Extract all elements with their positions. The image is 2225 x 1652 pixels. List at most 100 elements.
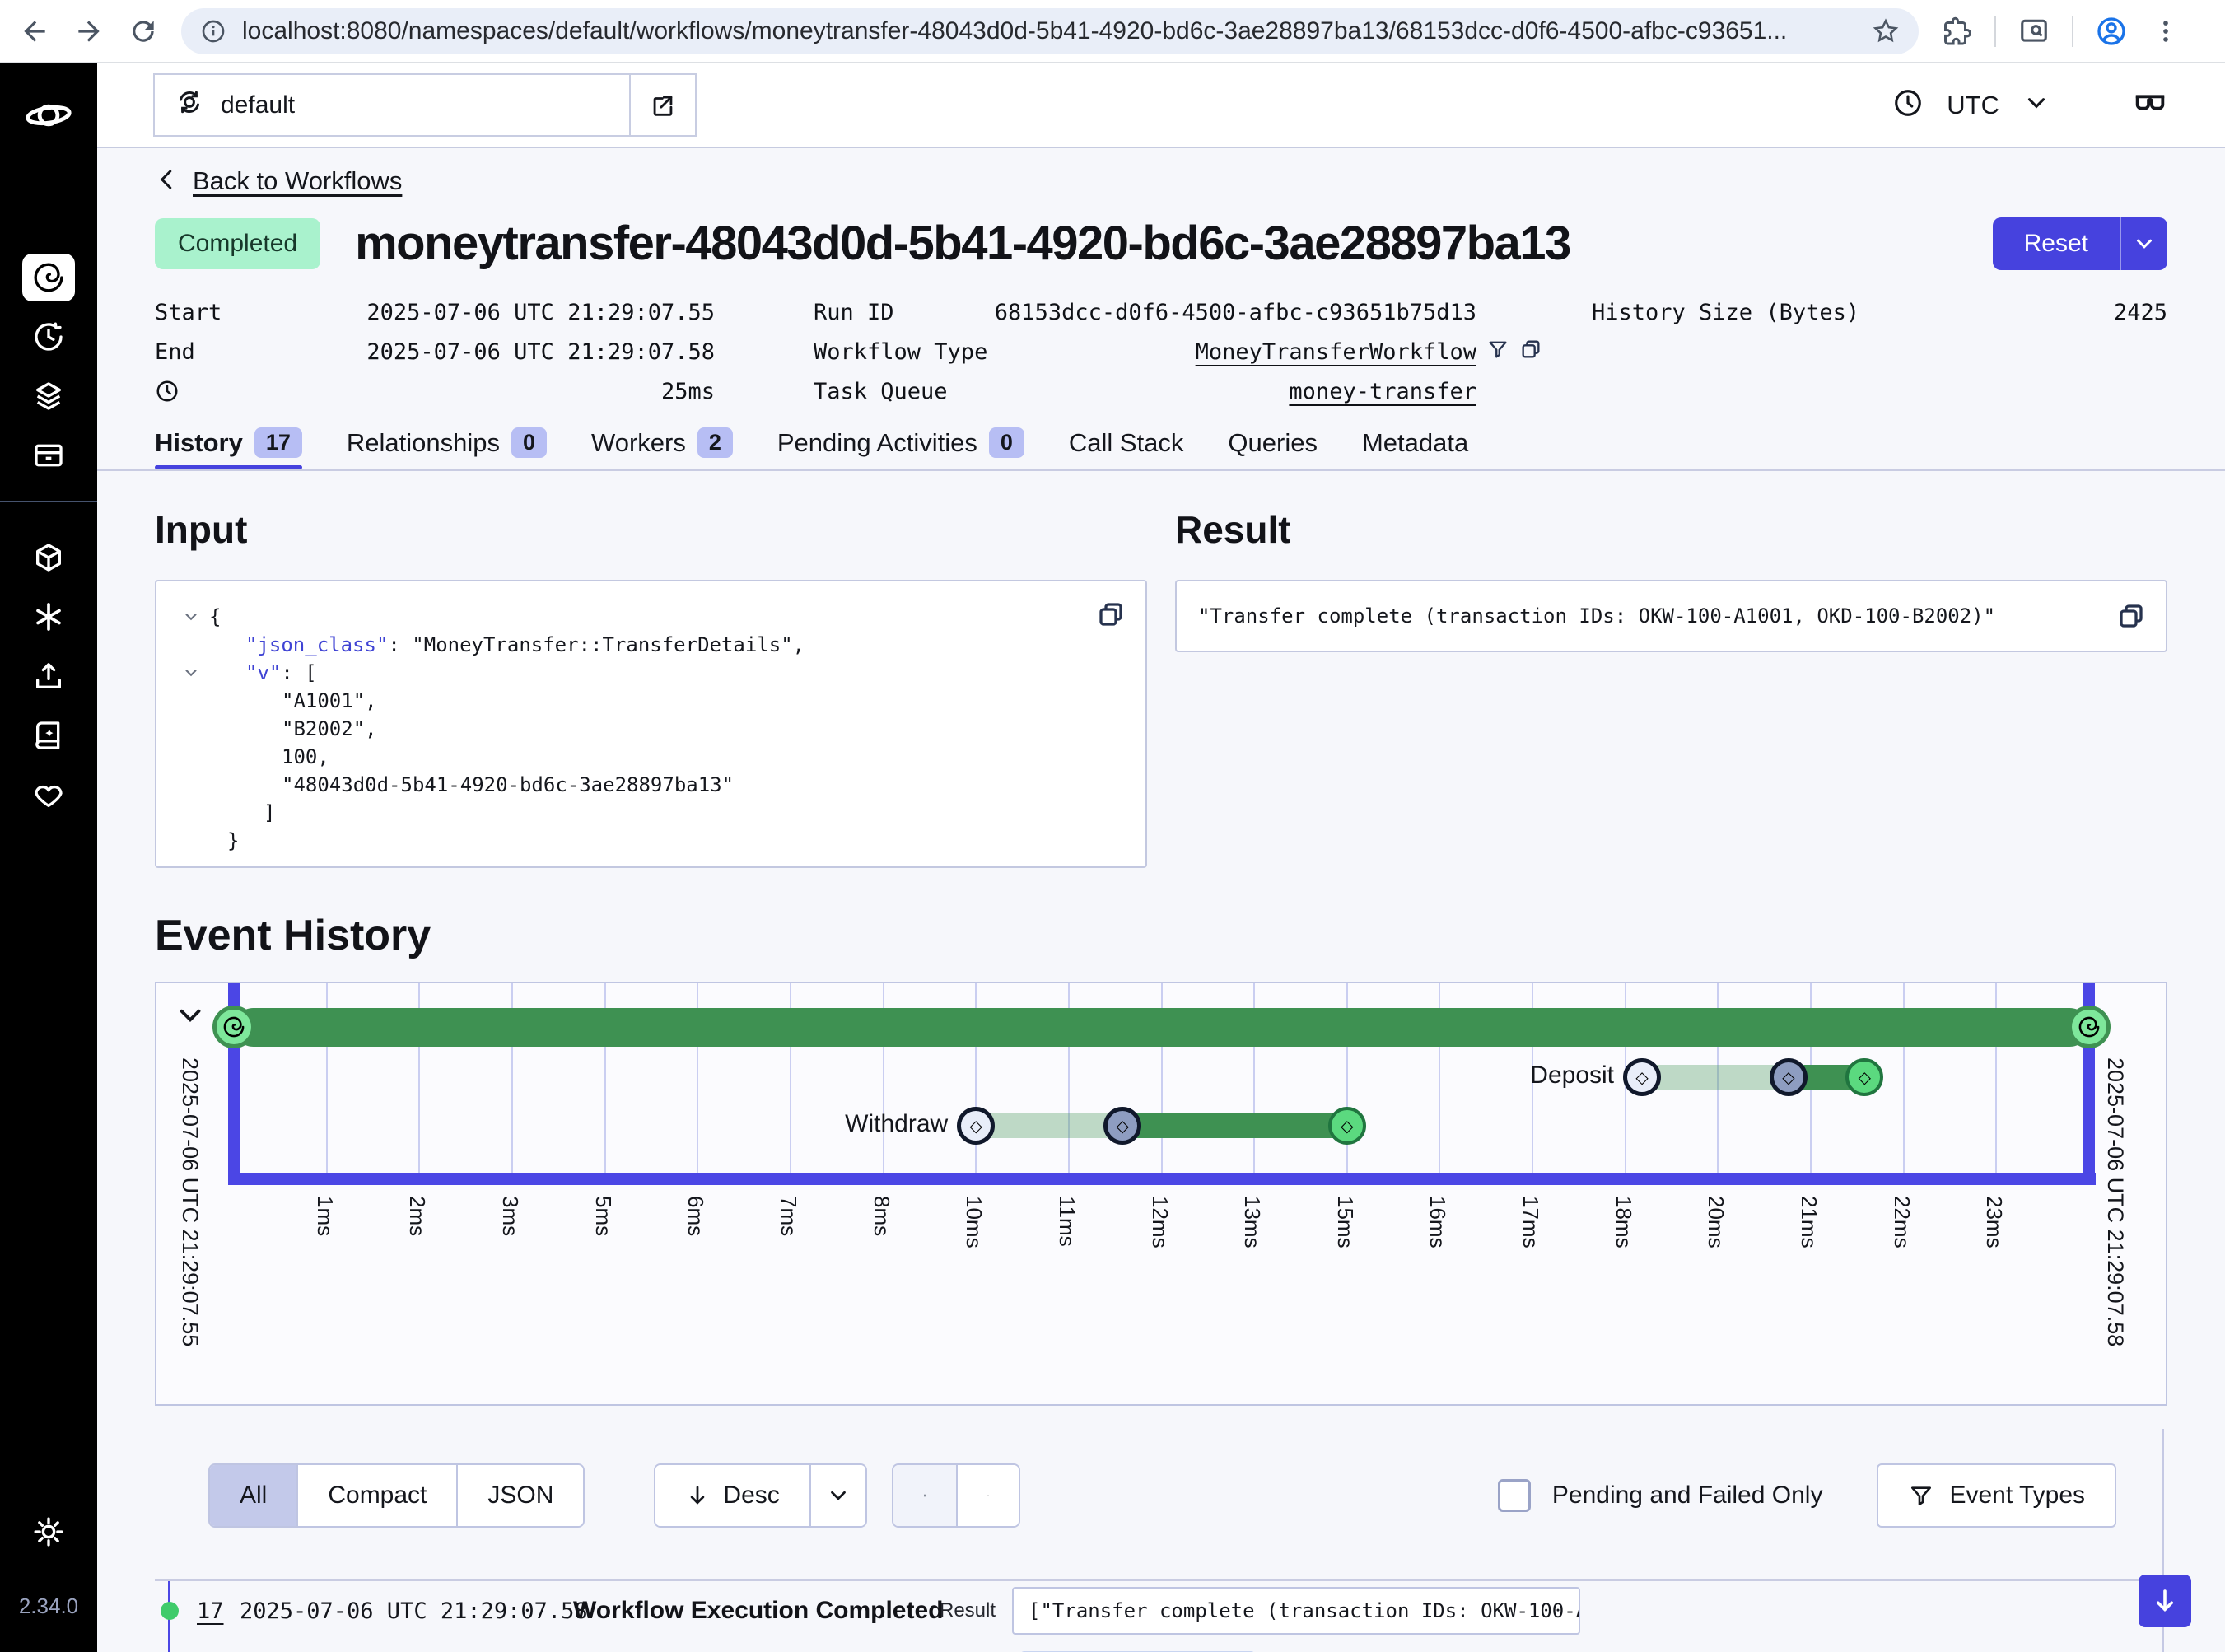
json-line: "48043d0d-5b41-4920-bd6c-3ae28897ba13" bbox=[173, 771, 1129, 799]
theme-toggle-icon[interactable] bbox=[22, 1508, 75, 1556]
scroll-to-bottom-button[interactable] bbox=[2139, 1575, 2191, 1627]
sidebar-item-archive[interactable] bbox=[22, 432, 75, 479]
namespace-name: default bbox=[221, 91, 295, 119]
copy-icon[interactable] bbox=[1519, 338, 1542, 366]
workflow-endpoint-icon[interactable] bbox=[212, 1006, 255, 1048]
timeline-tick-label: 18ms bbox=[1611, 1196, 1636, 1248]
tab-count-badge: 0 bbox=[989, 427, 1024, 458]
browser-menu-icon[interactable] bbox=[2149, 15, 2182, 48]
event-row[interactable]: 162025-07-06 UTC 21:29:07.58Workflow Tas… bbox=[155, 1640, 2167, 1652]
sidebar-item-namespaces[interactable] bbox=[22, 534, 75, 581]
url-text[interactable]: localhost:8080/namespaces/default/workfl… bbox=[242, 17, 1856, 45]
download-button[interactable] bbox=[956, 1465, 1019, 1526]
event-types-button[interactable]: Event Types bbox=[1877, 1463, 2116, 1528]
start-label: Start bbox=[155, 300, 222, 325]
tab-metadata[interactable]: Metadata bbox=[1362, 428, 1468, 469]
sidebar-item-feedback[interactable] bbox=[22, 771, 75, 819]
sidebar-item-import[interactable] bbox=[22, 652, 75, 700]
timeline-start-label: 2025-07-06 UTC 21:29:07.55 bbox=[177, 1057, 203, 1346]
search-panel-icon[interactable] bbox=[2017, 15, 2050, 48]
timeline-collapse-icon[interactable] bbox=[173, 998, 208, 1037]
view-button-all[interactable]: All bbox=[210, 1465, 296, 1526]
tab-label: Metadata bbox=[1362, 428, 1468, 458]
tab-call-stack[interactable]: Call Stack bbox=[1069, 428, 1184, 469]
activity-label-withdraw: Withdraw bbox=[845, 1110, 948, 1138]
reset-caret-icon[interactable] bbox=[2120, 217, 2167, 270]
workflow-endpoint-icon[interactable] bbox=[2068, 1006, 2111, 1048]
tab-label: Pending Activities bbox=[777, 428, 977, 458]
json-line: { bbox=[173, 603, 1129, 631]
workflow-execution-span[interactable] bbox=[234, 1008, 2089, 1047]
bookmark-star-icon[interactable] bbox=[1871, 16, 1901, 46]
timeline-tick-label: 22ms bbox=[1889, 1196, 1915, 1248]
profile-icon[interactable] bbox=[2095, 15, 2128, 48]
sidebar-item-schedules[interactable] bbox=[22, 313, 75, 361]
sidebar-divider bbox=[0, 501, 97, 502]
sort-caret-icon[interactable] bbox=[809, 1465, 865, 1526]
tab-history[interactable]: History17 bbox=[155, 427, 302, 469]
sidebar-item-workflows[interactable] bbox=[22, 254, 75, 301]
filter-funnel-icon[interactable] bbox=[1486, 338, 1509, 366]
divider bbox=[2072, 16, 2073, 47]
chevron-down-icon[interactable] bbox=[2022, 89, 2050, 121]
timeline-tick-label: 20ms bbox=[1703, 1196, 1728, 1248]
activity-marker-started[interactable]: ◇ bbox=[1770, 1058, 1808, 1096]
tab-label: Relationships bbox=[347, 428, 500, 458]
event-id-link[interactable]: 17 bbox=[197, 1598, 240, 1624]
json-line: ] bbox=[173, 799, 1129, 827]
event-status-dot bbox=[161, 1602, 179, 1620]
browser-reload-icon[interactable] bbox=[127, 15, 160, 48]
run-id-value: 68153dcc-d0f6-4500-afbc-c93651b75d13 bbox=[894, 300, 1476, 325]
activity-marker-started[interactable]: ◇ bbox=[1103, 1107, 1141, 1145]
event-list: 172025-07-06 UTC 21:29:07.58Workflow Exe… bbox=[155, 1579, 2167, 1652]
timezone-selector[interactable]: UTC bbox=[1947, 91, 1999, 120]
activity-marker-completed[interactable]: ◇ bbox=[1328, 1107, 1366, 1145]
json-text: "v": [ bbox=[209, 659, 317, 687]
namespace-selector[interactable]: default bbox=[153, 73, 697, 137]
activity-marker-scheduled[interactable]: ◇ bbox=[1623, 1058, 1661, 1096]
tab-count-badge: 0 bbox=[511, 427, 547, 458]
labs-glasses-icon[interactable] bbox=[2131, 84, 2169, 126]
workflow-type-link[interactable]: MoneyTransferWorkflow bbox=[987, 339, 1476, 365]
temporal-logo-icon[interactable] bbox=[25, 91, 72, 143]
event-row[interactable]: 172025-07-06 UTC 21:29:07.58Workflow Exe… bbox=[155, 1581, 2167, 1640]
browser-forward-icon[interactable] bbox=[72, 15, 105, 48]
sidebar-item-docs[interactable] bbox=[22, 712, 75, 759]
json-line: "B2002", bbox=[173, 715, 1129, 743]
copy-icon[interactable] bbox=[1096, 600, 1126, 633]
extensions-icon[interactable] bbox=[1940, 15, 1973, 48]
browser-back-icon[interactable] bbox=[18, 15, 51, 48]
site-info-icon[interactable] bbox=[199, 17, 227, 45]
timeline-tick-label: 13ms bbox=[1239, 1196, 1265, 1248]
tab-pending-activities[interactable]: Pending Activities 0 bbox=[777, 427, 1024, 469]
tab-workers[interactable]: Workers2 bbox=[591, 427, 733, 469]
sort-desc-button[interactable]: Desc bbox=[655, 1465, 809, 1526]
activity-running-segment bbox=[1122, 1113, 1360, 1138]
sidebar-item-deployments[interactable] bbox=[22, 372, 75, 420]
tab-label: Queries bbox=[1228, 428, 1318, 458]
pause-button[interactable] bbox=[893, 1465, 956, 1526]
json-text: 100, bbox=[209, 743, 329, 771]
collapse-chevron-icon[interactable] bbox=[173, 664, 209, 682]
namespace-open-icon[interactable] bbox=[629, 75, 695, 135]
end-value: 2025-07-06 UTC 21:29:07.58 bbox=[195, 339, 715, 365]
copy-icon[interactable] bbox=[2116, 601, 2146, 635]
activity-marker-scheduled[interactable]: ◇ bbox=[957, 1107, 995, 1145]
task-queue-link[interactable]: money-transfer bbox=[948, 379, 1476, 404]
json-line: 100, bbox=[173, 743, 1129, 771]
view-button-json[interactable]: JSON bbox=[456, 1465, 583, 1526]
tab-queries[interactable]: Queries bbox=[1228, 428, 1318, 469]
tab-relationships[interactable]: Relationships 0 bbox=[347, 427, 547, 469]
collapse-chevron-icon[interactable] bbox=[173, 608, 209, 626]
back-to-workflows-link[interactable]: Back to Workflows bbox=[193, 166, 402, 196]
view-button-compact[interactable]: Compact bbox=[296, 1465, 456, 1526]
workflow-metadata: Start2025-07-06 UTC 21:29:07.55 End2025-… bbox=[155, 292, 2167, 411]
reset-button[interactable]: Reset bbox=[1993, 217, 2120, 270]
pending-failed-checkbox[interactable] bbox=[1498, 1479, 1531, 1512]
json-text: "48043d0d-5b41-4920-bd6c-3ae28897ba13" bbox=[209, 771, 734, 799]
activity-marker-completed[interactable]: ◇ bbox=[1845, 1058, 1883, 1096]
timeline-tick-label: 1ms bbox=[312, 1196, 338, 1236]
json-line: "v": [ bbox=[173, 659, 1129, 687]
url-bar[interactable]: localhost:8080/namespaces/default/workfl… bbox=[181, 8, 1919, 54]
sidebar-item-nexus[interactable] bbox=[22, 593, 75, 641]
